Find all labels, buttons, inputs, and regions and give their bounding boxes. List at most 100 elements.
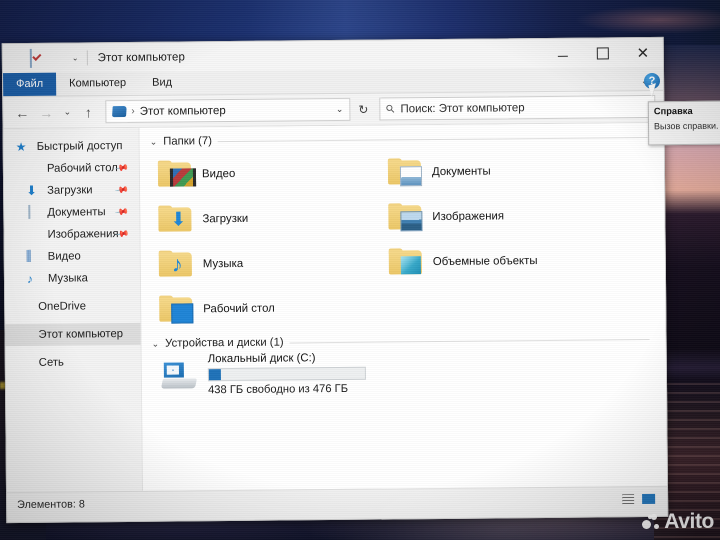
- cloud-icon: [17, 300, 31, 314]
- tab-view[interactable]: Вид: [139, 71, 185, 94]
- download-icon: ⬇: [26, 182, 38, 198]
- list-item-label: Объемные объекты: [432, 254, 538, 268]
- folder-desktop-icon: [159, 295, 194, 324]
- chevron-down-icon[interactable]: ⌄: [150, 136, 158, 147]
- search-icon: ⚲: [383, 102, 398, 117]
- list-item[interactable]: Музыка: [158, 239, 389, 286]
- recent-locations-button[interactable]: ⌄: [59, 101, 75, 123]
- window-body: ★ Быстрый доступ Рабочий стол 📌 ⬇ Загруз…: [3, 122, 720, 540]
- status-bar: Элементов: 8: [7, 485, 668, 518]
- address-input[interactable]: › Этот компьютер ⌄: [105, 97, 351, 124]
- tooltip: Справка Вызов справки.: [647, 100, 720, 146]
- new-folder-icon[interactable]: [50, 50, 67, 67]
- sidebar-item-videos[interactable]: Видео: [5, 245, 140, 268]
- tab-computer[interactable]: Компьютер: [56, 72, 139, 96]
- sidebar-item-this-pc[interactable]: Этот компьютер: [5, 322, 141, 347]
- sidebar-item-label: Музыка: [47, 272, 88, 285]
- maximize-button[interactable]: [583, 38, 623, 67]
- network-icon: [18, 356, 32, 370]
- chevron-down-icon[interactable]: ⌄: [152, 338, 160, 349]
- folder-documents-icon: [387, 158, 423, 187]
- up-button[interactable]: ↑: [77, 101, 99, 123]
- list-item[interactable]: Загрузки: [158, 194, 388, 241]
- window-controls: ✕: [543, 38, 663, 68]
- list-item[interactable]: Изображения: [388, 192, 618, 239]
- close-button[interactable]: ✕: [623, 38, 663, 67]
- group-title: Папки (7): [163, 135, 212, 148]
- sidebar-item-documents[interactable]: Документы 📌: [4, 201, 139, 224]
- sidebar-item-label: OneDrive: [38, 300, 87, 313]
- properties-icon[interactable]: [29, 48, 47, 68]
- devices-group-header[interactable]: ⌄ Устройства и диски (1): [152, 333, 666, 350]
- search-input[interactable]: ⚲ Поиск: Этот компьютер: [379, 94, 656, 121]
- group-title: Устройства и диски (1): [165, 336, 284, 350]
- list-item[interactable]: Видео: [157, 149, 388, 196]
- folders-group-header[interactable]: ⌄ Папки (7): [150, 131, 664, 148]
- avito-logo-icon: [642, 513, 661, 532]
- pin-icon: 📌: [114, 182, 130, 197]
- document-icon: [26, 204, 40, 220]
- drive-name: Локальный диск (C:): [207, 352, 316, 366]
- sidebar-item-label: Видео: [47, 250, 81, 263]
- folder-music-icon: [158, 250, 193, 277]
- large-icons-view-button[interactable]: [640, 491, 657, 506]
- chevron-down-icon[interactable]: ⌄: [336, 104, 344, 115]
- details-view-button[interactable]: [619, 492, 636, 507]
- folder-pictures-icon: [388, 203, 423, 232]
- sidebar-item-onedrive[interactable]: OneDrive: [5, 295, 140, 318]
- list-item-label: Музыка: [202, 257, 244, 270]
- view-mode-buttons: [619, 491, 657, 506]
- sidebar-item-label: Сеть: [38, 356, 64, 369]
- divider: [217, 136, 648, 142]
- list-item-label: Загрузки: [202, 212, 249, 225]
- folder-3dobjects-icon: [388, 248, 423, 275]
- hard-drive-icon: [160, 361, 198, 389]
- sidebar-item-quick-access[interactable]: ★ Быстрый доступ: [4, 135, 139, 158]
- search-placeholder: Поиск: Этот компьютер: [400, 101, 525, 115]
- forward-button[interactable]: →: [35, 101, 57, 123]
- sidebar-item-music[interactable]: ♪ Музыка: [5, 267, 140, 290]
- this-pc-icon: [112, 105, 127, 118]
- list-item-label: Видео: [201, 167, 236, 180]
- sidebar-item-desktop[interactable]: Рабочий стол 📌: [4, 157, 139, 180]
- list-item[interactable]: Документы: [387, 147, 618, 194]
- video-icon: [26, 249, 41, 264]
- drive-free-text: 438 ГБ свободно из 476 ГБ: [207, 382, 349, 397]
- folder-icon[interactable]: [10, 50, 27, 67]
- sidebar-item-label: Рабочий стол: [46, 162, 118, 175]
- folder-downloads-icon: [158, 205, 192, 232]
- tab-file[interactable]: Файл: [2, 72, 57, 97]
- window-title: Этот компьютер: [97, 50, 186, 64]
- folders-grid: Видео Документы Загрузки: [157, 147, 666, 332]
- sidebar-item-network[interactable]: Сеть: [6, 351, 141, 374]
- sidebar-item-label: Изображения: [47, 228, 119, 241]
- breadcrumb-separator: ›: [131, 105, 135, 117]
- tooltip-title: Справка: [653, 105, 693, 117]
- item-count: Элементов: 8: [17, 498, 85, 512]
- content-pane: ⌄ Папки (7) Видео Документы ⬇ Загрузки И…: [139, 122, 720, 540]
- chevron-down-icon[interactable]: ⌄: [70, 53, 81, 62]
- sidebar-item-downloads[interactable]: ⬇ Загрузки 📌: [4, 179, 139, 202]
- toolbar-divider: [86, 50, 88, 66]
- screenshot-stage: ⌄ Этот компьютер ✕ Файл Компьютер Вид ⌄ …: [0, 0, 720, 540]
- pin-icon: 📌: [114, 204, 130, 219]
- desktop-icon: [26, 162, 40, 176]
- file-explorer-window: ⌄ Этот компьютер ✕ Файл Компьютер Вид ⌄ …: [1, 36, 720, 540]
- list-item[interactable]: Объемные объекты: [388, 237, 619, 284]
- refresh-button[interactable]: ↻: [352, 98, 374, 120]
- sidebar-item-pictures[interactable]: Изображения 📌: [4, 223, 139, 246]
- divider: [289, 338, 650, 343]
- pictures-icon: [26, 228, 40, 242]
- list-item-label: Изображения: [432, 209, 505, 223]
- sidebar-item-label: Быстрый доступ: [36, 140, 123, 153]
- back-button[interactable]: ←: [11, 101, 33, 123]
- minimize-button[interactable]: [543, 39, 583, 68]
- avito-watermark-text: Avito: [664, 510, 714, 533]
- list-item[interactable]: Рабочий стол: [159, 284, 389, 331]
- tooltip-body: Вызов справки.: [653, 120, 719, 132]
- breadcrumb: Этот компьютер: [139, 104, 226, 118]
- navigation-pane: ★ Быстрый доступ Рабочий стол 📌 ⬇ Загруз…: [3, 127, 144, 493]
- music-icon: ♪: [26, 271, 34, 286]
- list-item[interactable]: Локальный диск (C:) 438 ГБ свободно из 4…: [160, 349, 666, 397]
- this-pc-icon: [17, 328, 31, 342]
